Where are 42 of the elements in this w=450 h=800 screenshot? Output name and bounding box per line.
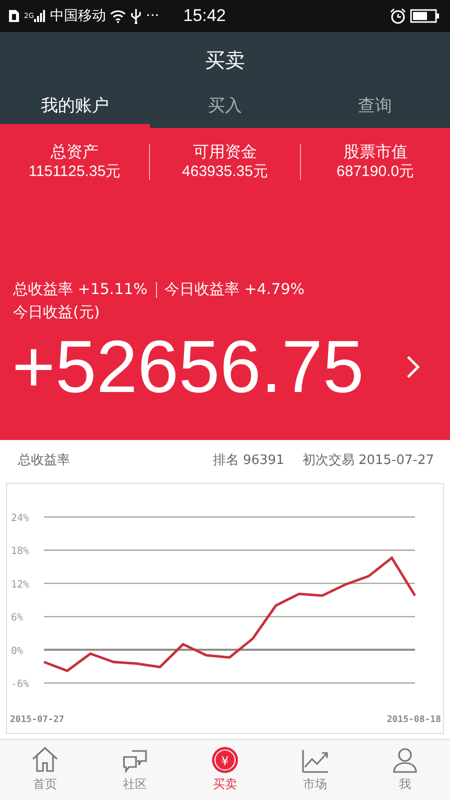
clock-time: 15:42 — [183, 6, 226, 26]
y-tick-label: -6% — [11, 679, 30, 690]
wifi-icon — [110, 10, 126, 22]
nav-item[interactable]: ¥ 买卖 — [180, 740, 270, 800]
more-indicator: ··· — [146, 8, 160, 24]
alarm-clock-icon — [390, 8, 406, 24]
y-tick-label: 6% — [11, 612, 24, 624]
battery-icon — [410, 9, 440, 23]
rate-text: 总收益率 +15.11% — [13, 280, 148, 299]
summary-value: 687190.0元 — [336, 162, 416, 182]
chart-title: 总收益率 — [18, 452, 71, 469]
y-tick-label: 12% — [11, 579, 30, 590]
usb-icon — [130, 8, 142, 24]
chevron-right-icon — [406, 355, 420, 379]
first-trade-text: 初次交易 2015-07-27 — [302, 452, 434, 469]
summary-label: 可用资金 — [192, 142, 258, 162]
y-tick-label: 24% — [11, 513, 30, 524]
y-tick-label: 18% — [11, 546, 30, 558]
summary-value: 1151125.35元 — [28, 162, 122, 182]
page-title: 买卖 — [204, 47, 246, 74]
sim-card-icon — [8, 9, 20, 23]
nav-item[interactable]: 我 — [360, 740, 450, 800]
carrier-name: 中国移动 — [50, 7, 106, 25]
summary-label: 总资产 — [50, 142, 100, 162]
nav-item[interactable]: 首页 — [0, 740, 90, 800]
x-tick-label: 2015-07-27 — [10, 715, 64, 725]
tab[interactable]: 查询 — [300, 88, 450, 128]
nav-item[interactable]: 市场 — [270, 740, 360, 800]
signal-icon — [34, 9, 46, 23]
x-tick-label: 2015-08-18 — [386, 715, 441, 725]
today-profit-value: +52656.75 — [12, 324, 364, 410]
nav-item[interactable]: 社区 — [90, 740, 180, 800]
home-icon — [30, 745, 60, 775]
rank-text: 排名 96391 — [212, 452, 284, 469]
y-tick-label: 0% — [11, 646, 24, 657]
summary-value: 463935.35元 — [181, 162, 269, 182]
summary-label: 股票市值 — [342, 142, 408, 162]
person-icon — [390, 745, 420, 775]
tab[interactable]: 买入 — [150, 88, 300, 128]
rate-text: 今日收益率 +4.79% — [164, 280, 305, 299]
today-profit-label: 今日收益(元) — [12, 303, 101, 322]
yuan-coin-icon: ¥ — [210, 745, 240, 775]
